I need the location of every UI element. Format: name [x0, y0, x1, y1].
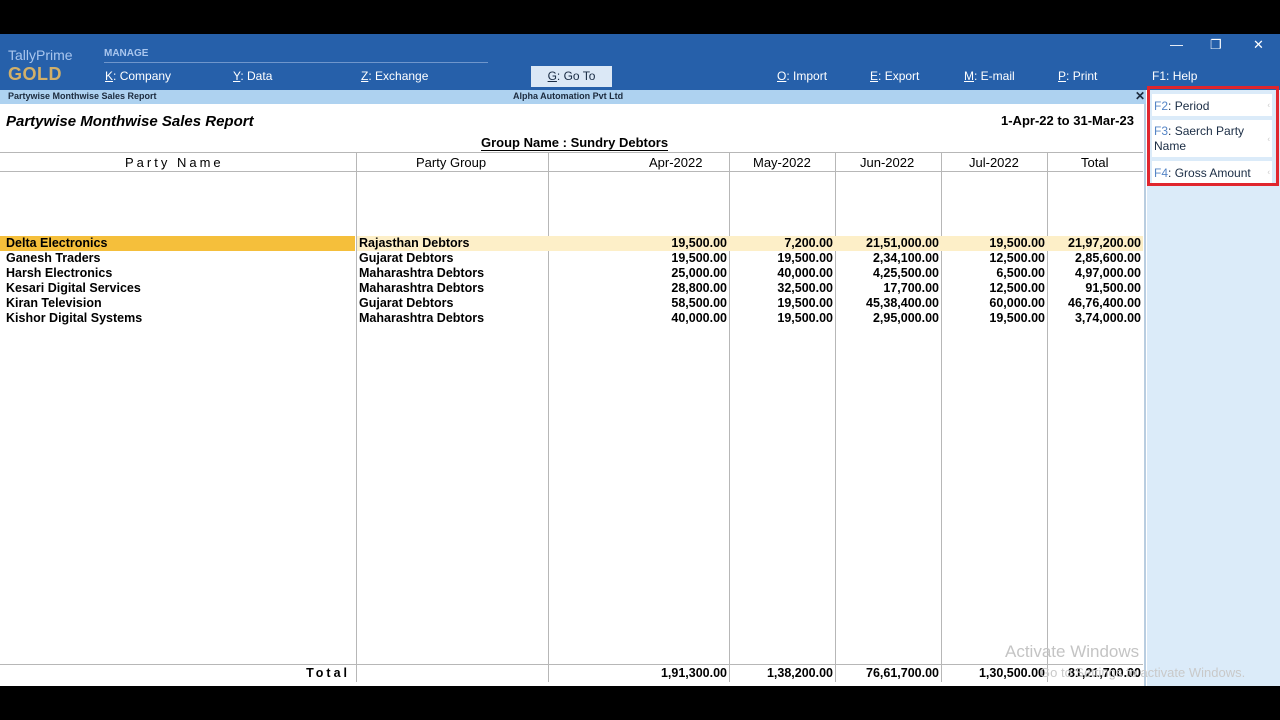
- cell-total: 2,85,600.00: [1074, 251, 1141, 265]
- menu-print[interactable]: P: Print: [1058, 69, 1097, 83]
- cell-party-name: Ganesh Traders: [6, 251, 101, 265]
- cell-total: 91,500.00: [1085, 281, 1141, 295]
- cell-party-group: Maharashtra Debtors: [359, 311, 485, 325]
- cell-jun: 45,38,400.00: [866, 296, 939, 310]
- menu-help[interactable]: F1: Help: [1152, 69, 1197, 83]
- cell-total: 21,97,200.00: [1068, 236, 1141, 250]
- cell-party-group: Maharashtra Debtors: [359, 266, 485, 280]
- close-window-icon[interactable]: ✕: [1253, 37, 1264, 53]
- cell-party-name: Harsh Electronics: [6, 266, 113, 280]
- col-divider: [729, 152, 730, 682]
- total-may: 1,38,200.00: [766, 666, 833, 680]
- cell-apr: 25,000.00: [671, 266, 727, 280]
- header-top-line: [0, 152, 1143, 153]
- cell-party-name: Kishor Digital Systems: [6, 311, 143, 325]
- cell-jul: 60,000.00: [989, 296, 1045, 310]
- cell-party-name: Kiran Television: [6, 296, 102, 310]
- manage-divider: [104, 62, 488, 63]
- cell-apr: 28,800.00: [671, 281, 727, 295]
- cell-jul: 6,500.00: [996, 266, 1045, 280]
- cell-may: 19,500.00: [777, 311, 833, 325]
- total-jun: 76,61,700.00: [866, 666, 939, 680]
- cell-party-group: Gujarat Debtors: [359, 296, 454, 310]
- report-title: Partywise Monthwise Sales Report: [6, 113, 254, 130]
- cell-may: 19,500.00: [777, 296, 833, 310]
- cell-may: 19,500.00: [777, 251, 833, 265]
- cell-jul: 12,500.00: [989, 281, 1045, 295]
- strip-company-name: Alpha Automation Pvt Ltd: [513, 91, 624, 101]
- table-row[interactable]: Ganesh Traders Gujarat Debtors 19,500.00…: [0, 251, 1143, 266]
- col-divider: [941, 152, 942, 682]
- brand-edition: GOLD: [8, 64, 62, 84]
- cell-jun: 17,700.00: [883, 281, 939, 295]
- header-bottom-line: [0, 171, 1143, 172]
- col-header-total: Total: [1081, 155, 1109, 170]
- col-header-party-group: Party Group: [416, 155, 487, 170]
- cell-may: 7,200.00: [784, 236, 833, 250]
- menu-company[interactable]: K: Company: [105, 69, 171, 83]
- cell-total: 3,74,000.00: [1074, 311, 1141, 325]
- col-header-jul: Jul-2022: [969, 155, 1019, 170]
- cell-may: 40,000.00: [777, 266, 833, 280]
- cell-jul: 19,500.00: [989, 236, 1045, 250]
- cell-party-name: Delta Electronics: [6, 236, 108, 250]
- total-apr: 1,91,300.00: [660, 666, 727, 680]
- cell-jun: 2,95,000.00: [872, 311, 939, 325]
- total-top-line: [0, 664, 1143, 665]
- cell-jul: 19,500.00: [989, 311, 1045, 325]
- col-header-may: May-2022: [753, 155, 811, 170]
- col-divider: [835, 152, 836, 682]
- menu-data[interactable]: Y: Data: [233, 69, 272, 83]
- activation-watermark-title: Activate Windows: [1005, 642, 1140, 661]
- highlight-box: [1147, 86, 1279, 186]
- total-jul: 1,30,500.00: [978, 666, 1045, 680]
- cell-party-group: Gujarat Debtors: [359, 251, 454, 265]
- cell-total: 46,76,400.00: [1068, 296, 1141, 310]
- report-group-name: Group Name : Sundry Debtors: [481, 135, 669, 151]
- col-header-party-name: Party Name: [125, 155, 224, 170]
- col-divider: [548, 152, 549, 682]
- brand-name: TallyPrime: [8, 47, 73, 63]
- cell-jul: 12,500.00: [989, 251, 1045, 265]
- table-row[interactable]: Kiran Television Gujarat Debtors 58,500.…: [0, 296, 1143, 311]
- cell-jun: 4,25,500.00: [872, 266, 939, 280]
- cell-party-group: Rajasthan Debtors: [359, 236, 470, 250]
- menu-go-to[interactable]: G: Go To: [531, 66, 612, 87]
- minimize-icon[interactable]: —: [1170, 37, 1183, 52]
- col-divider: [356, 152, 357, 682]
- col-header-apr: Apr-2022: [649, 155, 703, 170]
- cell-jun: 21,51,000.00: [866, 236, 939, 250]
- total-row: Total 1,91,300.00 1,38,200.00 76,61,700.…: [0, 666, 1143, 682]
- report-title-strip: Partywise Monthwise Sales Report Alpha A…: [0, 89, 1146, 104]
- table-row[interactable]: Kishor Digital Systems Maharashtra Debto…: [0, 311, 1143, 326]
- cell-apr: 19,500.00: [671, 251, 727, 265]
- menu-export[interactable]: E: Export: [870, 69, 919, 83]
- menu-email[interactable]: M: E-mail: [964, 69, 1015, 83]
- total-label: Total: [306, 666, 350, 680]
- cell-party-name: Kesari Digital Services: [6, 281, 141, 295]
- report-area: Partywise Monthwise Sales Report 1-Apr-2…: [0, 104, 1146, 686]
- close-report-icon[interactable]: ✕: [1135, 89, 1145, 103]
- strip-report-name: Partywise Monthwise Sales Report: [8, 91, 157, 101]
- top-menu-bar: TallyPrime GOLD MANAGE K: Company Y: Dat…: [0, 34, 1280, 90]
- cell-apr: 40,000.00: [671, 311, 727, 325]
- cell-party-group: Maharashtra Debtors: [359, 281, 485, 295]
- table-row-selected[interactable]: Delta Electronics Rajasthan Debtors 19,5…: [0, 236, 1143, 251]
- restore-icon[interactable]: ❐: [1210, 37, 1222, 53]
- menu-import[interactable]: O: Import: [777, 69, 827, 83]
- activation-watermark-text: Go to Settings to activate Windows.: [1040, 665, 1246, 680]
- cell-jun: 2,34,100.00: [872, 251, 939, 265]
- cell-may: 32,500.00: [777, 281, 833, 295]
- table-row[interactable]: Kesari Digital Services Maharashtra Debt…: [0, 281, 1143, 296]
- menu-exchange[interactable]: Z: Exchange: [361, 69, 428, 83]
- report-period: 1-Apr-22 to 31-Mar-23: [1001, 113, 1134, 128]
- cell-apr: 58,500.00: [671, 296, 727, 310]
- manage-label: MANAGE: [104, 48, 149, 59]
- cell-total: 4,97,000.00: [1074, 266, 1141, 280]
- col-divider: [1047, 152, 1048, 682]
- col-header-jun: Jun-2022: [860, 155, 915, 170]
- cell-apr: 19,500.00: [671, 236, 727, 250]
- table-row[interactable]: Harsh Electronics Maharashtra Debtors 25…: [0, 266, 1143, 281]
- tallyprime-window: TallyPrime GOLD MANAGE K: Company Y: Dat…: [0, 34, 1280, 686]
